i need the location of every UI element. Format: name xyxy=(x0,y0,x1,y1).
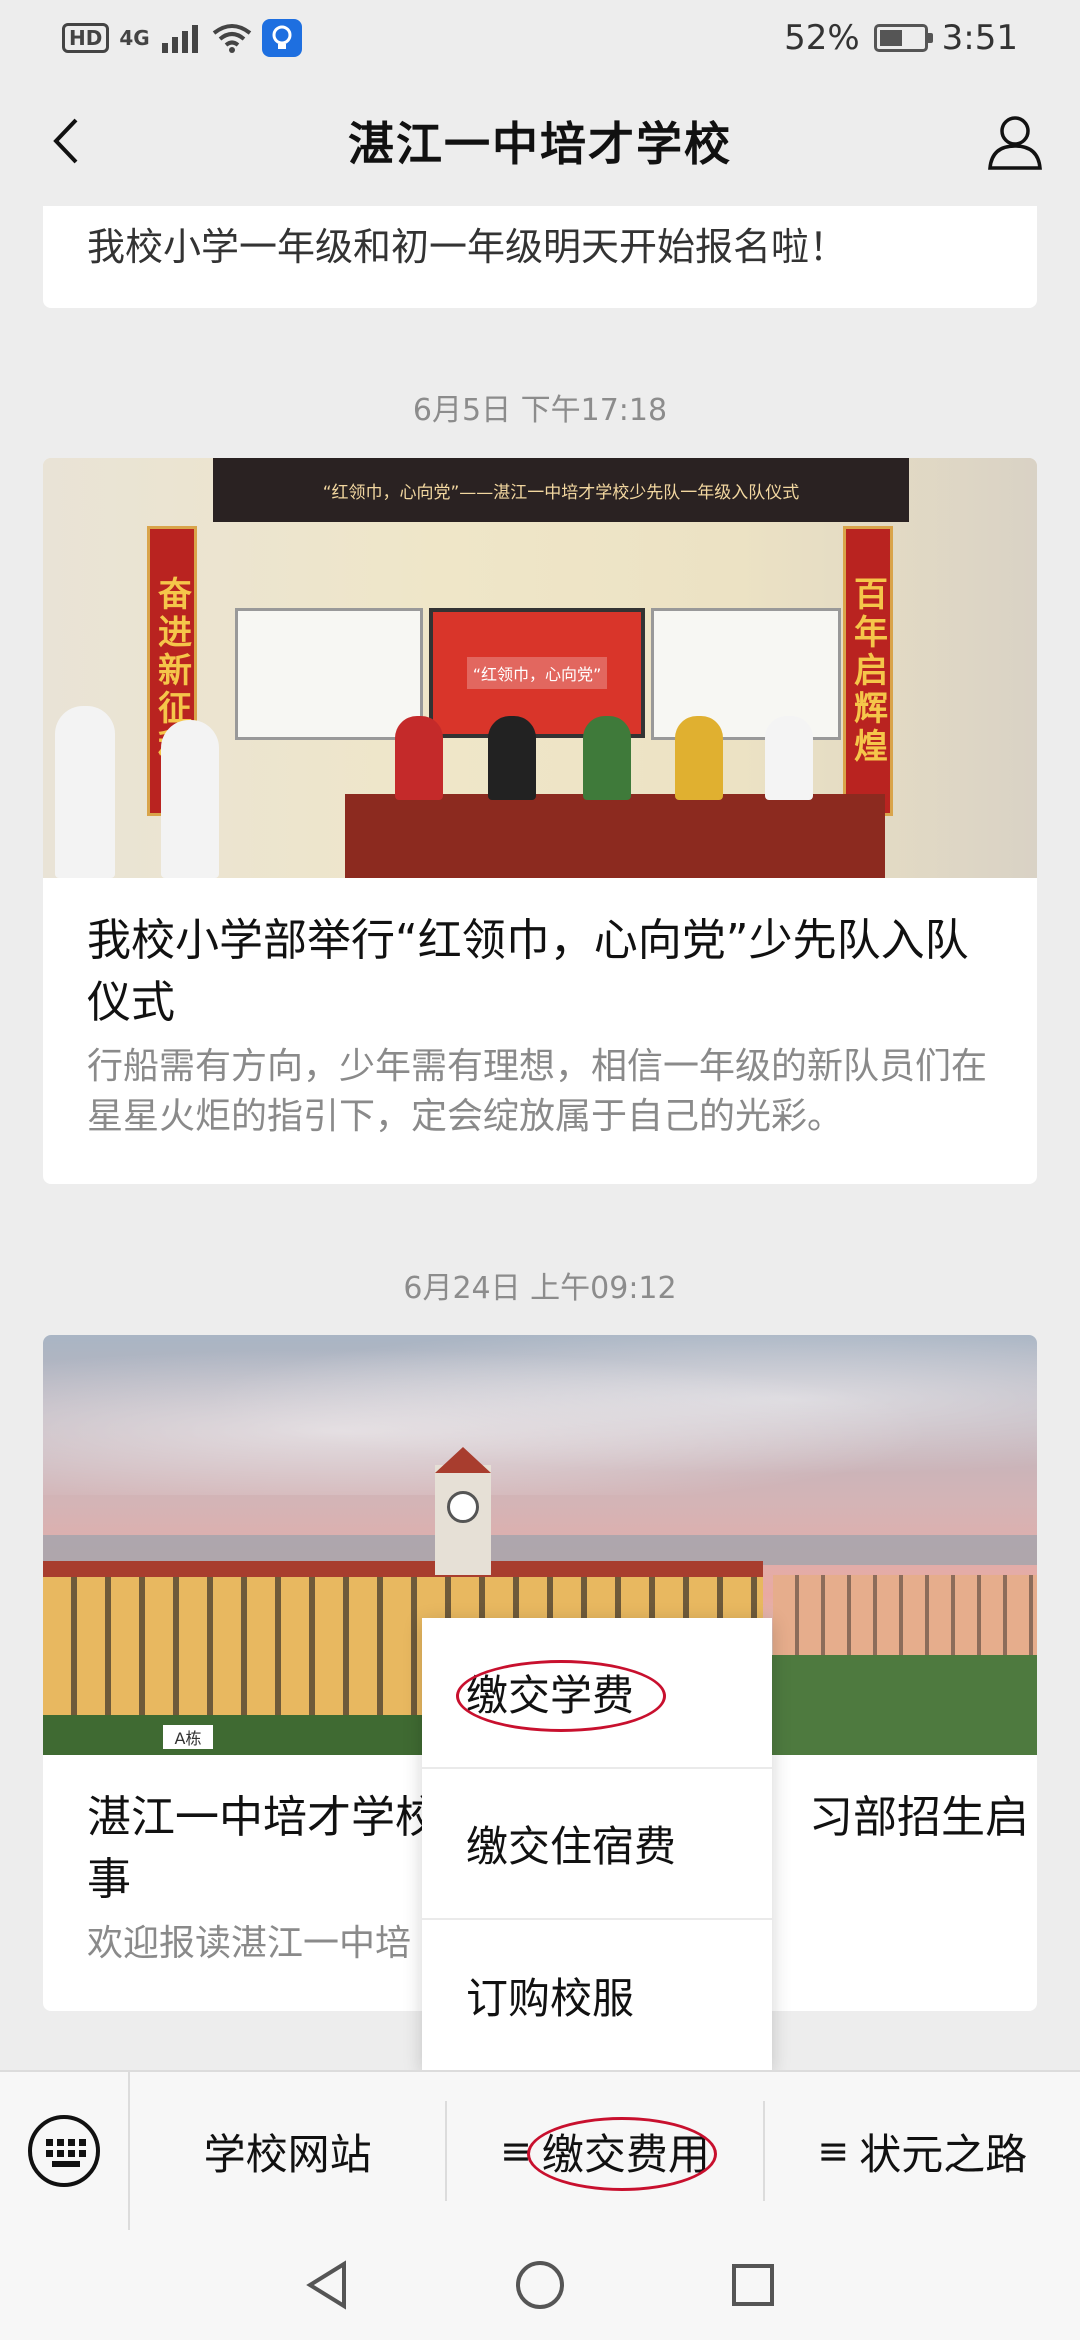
menu-scholar-path[interactable]: ≡ 状元之路 xyxy=(765,2101,1080,2201)
menu-item-pay-tuition[interactable]: 缴交学费 xyxy=(422,1618,772,1769)
square-recent-icon xyxy=(732,2264,775,2306)
circle-home-icon xyxy=(515,2261,564,2309)
menu-label: 缴交费用 xyxy=(541,2129,710,2179)
menu-label: 学校网站 xyxy=(203,2129,372,2179)
network-type: 4G xyxy=(119,26,150,50)
lightbulb-icon xyxy=(261,19,302,57)
keyboard-toggle-button[interactable] xyxy=(0,2071,130,2231)
system-nav-bar xyxy=(0,2230,1080,2340)
clock: 3:51 xyxy=(941,18,1018,58)
menu-item-label: 缴交学费 xyxy=(466,1671,635,1720)
article-title: 我校小学部举行“红领巾，心向党”少先队入队仪式 xyxy=(87,915,969,1028)
user-icon xyxy=(988,116,1042,170)
article-summary: 我校小学一年级和初一年级明天开始报名啦！ xyxy=(87,225,848,269)
article-description: 行船需有方向，少年需有理想，相信一年级的新队员们在星星火炬的指引下，定会绽放属于… xyxy=(87,1046,988,1137)
timestamp: 6月5日 下午17:18 xyxy=(412,393,668,428)
chevron-left-icon xyxy=(53,118,78,164)
article-card[interactable]: “红领巾，心向党”——湛江一中培才学校少先队一年级入队仪式 奋进新征程 百年启辉… xyxy=(43,458,1037,1184)
wifi-icon xyxy=(212,24,251,53)
menu-hamburger-icon: ≡ xyxy=(817,2129,850,2173)
bottom-menu-bar: 学校网站 ≡ 缴交费用 ≡ 状元之路 xyxy=(0,2070,1080,2231)
nav-bar: 湛江一中培才学校 xyxy=(0,76,1080,206)
menu-item-order-uniform[interactable]: 订购校服 xyxy=(422,1920,772,2071)
menu-item-label: 缴交住宿费 xyxy=(466,1822,677,1871)
article-title-start: 湛江一中培才学校 xyxy=(87,1792,439,1843)
banner-text: “红领巾，心向党”——湛江一中培才学校少先队一年级入队仪式 xyxy=(322,482,800,503)
battery-percent: 52% xyxy=(784,18,860,58)
system-back-button[interactable] xyxy=(297,2255,357,2315)
triangle-back-icon xyxy=(305,2260,346,2310)
fee-submenu: 缴交学费 缴交住宿费 订购校服 xyxy=(422,1618,772,2070)
menu-hamburger-icon: ≡ xyxy=(500,2129,532,2173)
status-icons-left: HD 4G xyxy=(62,19,302,57)
couplet-right: 百年启辉煌 xyxy=(847,576,888,766)
back-button[interactable] xyxy=(30,106,100,176)
page-title: 湛江一中培才学校 xyxy=(348,117,732,171)
article-card-partial[interactable]: 我校小学一年级和初一年级明天开始报名啦！ xyxy=(43,206,1037,308)
profile-button[interactable] xyxy=(978,104,1052,178)
screen-text: “红领巾，心向党” xyxy=(466,657,608,689)
menu-school-website[interactable]: 学校网站 xyxy=(130,2101,448,2201)
article-cover-image: “红领巾，心向党”——湛江一中培才学校少先队一年级入队仪式 奋进新征程 百年启辉… xyxy=(43,458,1037,878)
hd-badge: HD xyxy=(62,23,110,53)
signal-icon xyxy=(161,25,198,53)
timestamp: 6月24日 上午09:12 xyxy=(403,1271,677,1306)
battery-icon xyxy=(873,24,933,52)
menu-item-pay-accommodation[interactable]: 缴交住宿费 xyxy=(422,1769,772,1920)
menu-label: 状元之路 xyxy=(859,2129,1028,2179)
status-bar: HD 4G 52% 3:51 xyxy=(0,0,1080,76)
article-title-end: 习部招生启 xyxy=(809,1792,1029,1843)
menu-item-label: 订购校服 xyxy=(466,1974,635,2023)
building-sign: A栋 xyxy=(163,1725,213,1749)
system-recent-button[interactable] xyxy=(723,2255,783,2315)
menu-pay-fees[interactable]: ≡ 缴交费用 xyxy=(447,2101,765,2201)
keyboard-icon xyxy=(28,2115,100,2187)
status-icons-right: 52% 3:51 xyxy=(784,18,1018,58)
system-home-button[interactable] xyxy=(510,2255,570,2315)
